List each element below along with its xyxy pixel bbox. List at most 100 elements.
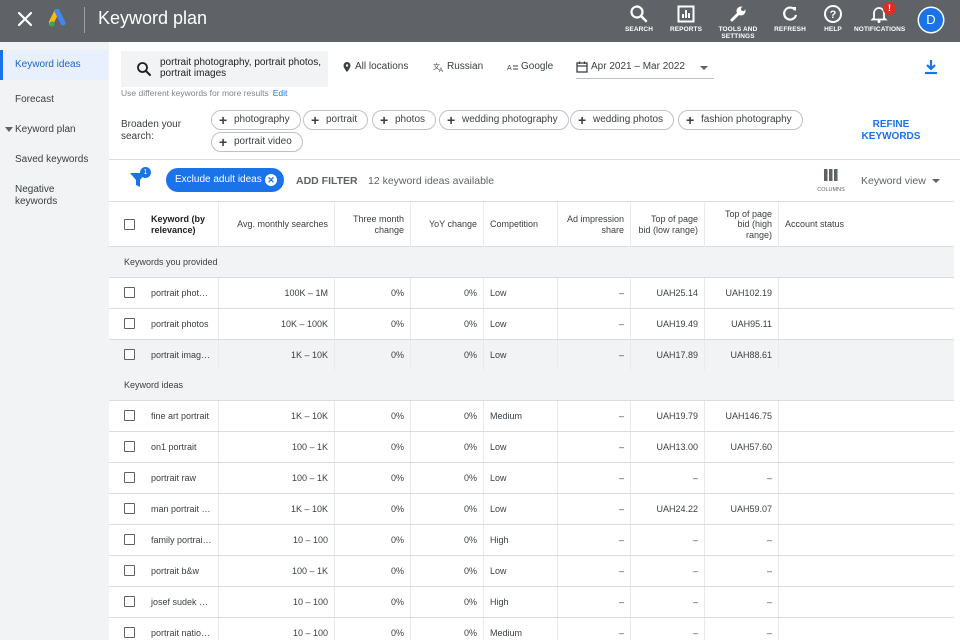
chip-label: photography	[234, 114, 290, 125]
sidebar-item-saved-keywords[interactable]: Saved keywords	[0, 154, 109, 166]
notifications-button[interactable]: ! NOTIFICATIONS	[854, 2, 905, 33]
remove-filter-icon[interactable]: ✕	[265, 174, 277, 186]
columns-label: COLUMNS	[817, 187, 845, 193]
cell-status	[779, 463, 954, 493]
cell-competition: Medium	[484, 401, 558, 431]
plus-icon: +	[380, 112, 389, 128]
cell-impression: –	[558, 278, 631, 308]
column-header-yoy-change[interactable]: YoY change	[411, 202, 484, 247]
column-header-competition[interactable]: Competition	[484, 202, 558, 247]
table-row[interactable]: portrait natio… 10 – 100 0% 0% Medium – – –	[109, 618, 954, 640]
cell-impression: –	[558, 401, 631, 431]
row-checkbox[interactable]	[124, 596, 135, 607]
search-icon	[137, 62, 151, 76]
columns-icon	[824, 169, 838, 181]
reports-icon	[677, 5, 695, 23]
tools-and-settings-label: TOOLS AND SETTINGS	[718, 26, 758, 40]
table-row[interactable]: portrait photo… 100K – 1M 0% 0% Low – UAH25.14…	[109, 278, 954, 309]
close-icon[interactable]	[16, 10, 34, 28]
broaden-chip[interactable]: + wedding photos	[570, 110, 675, 130]
cell-yoy: 0%	[411, 587, 484, 617]
cell-keyword: portrait raw	[145, 463, 219, 493]
column-header-avg-monthly-searches[interactable]: Avg. monthly searches	[219, 202, 335, 247]
table-row[interactable]: portrait b&w 100 – 1K 0% 0% Low – – –	[109, 556, 954, 587]
refine-keywords-button[interactable]: REFINE KEYWORDS	[855, 119, 927, 143]
add-filter-button[interactable]: ADD FILTER	[296, 175, 358, 187]
table-row[interactable]: josef sudek p… 10 – 100 0% 0% High – – –	[109, 587, 954, 618]
keyword-search-input[interactable]: portrait photography, portrait photos, p…	[121, 51, 328, 87]
broaden-chip[interactable]: + photography	[211, 110, 301, 130]
avatar[interactable]: D	[919, 8, 943, 32]
broaden-chip[interactable]: + portrait	[303, 110, 369, 130]
cell-competition: Low	[484, 432, 558, 462]
cell-status	[779, 494, 954, 524]
cell-impression: –	[558, 494, 631, 524]
column-header-ad-impression-share[interactable]: Ad impression share	[558, 202, 631, 247]
columns-button[interactable]: COLUMNS	[816, 169, 846, 193]
sidebar-item-forecast[interactable]: Forecast	[0, 94, 109, 106]
cell-searches: 1K – 10K	[219, 401, 335, 431]
table-row[interactable]: man portrait … 1K – 10K 0% 0% Low – UAH24.22 UA…	[109, 494, 954, 525]
table-row[interactable]: on1 portrait 100 – 1K 0% 0% Low – UAH13.00 UAH5…	[109, 432, 954, 463]
row-checkbox[interactable]	[124, 287, 135, 298]
date-range-select[interactable]: Apr 2021 – Mar 2022	[576, 57, 714, 79]
row-checkbox[interactable]	[124, 410, 135, 421]
search-button[interactable]: SEARCH	[614, 4, 664, 33]
help-button[interactable]: ? HELP	[808, 4, 858, 33]
sidebar-item-keyword-plan[interactable]: Keyword plan	[0, 124, 109, 136]
cell-three-month: 0%	[335, 525, 411, 555]
cell-impression: –	[558, 587, 631, 617]
cell-competition: High	[484, 525, 558, 555]
row-checkbox[interactable]	[124, 318, 135, 329]
column-header-keyword[interactable]: Keyword (by relevance)	[145, 202, 219, 247]
reports-button[interactable]: REPORTS	[661, 4, 711, 33]
table-row[interactable]: portrait photos 10K – 100K 0% 0% Low – UAH19.4…	[109, 309, 954, 340]
table-row[interactable]: portrait imag… 1K – 10K 0% 0% Low – UAH17.89 UA…	[109, 340, 954, 371]
cell-status	[779, 587, 954, 617]
sidebar-item-keyword-ideas[interactable]: Keyword ideas	[0, 50, 109, 80]
broaden-chip[interactable]: + photos	[372, 110, 437, 130]
table-row[interactable]: fine art portrait 1K – 10K 0% 0% Medium – UAH1…	[109, 401, 954, 432]
table-row[interactable]: portrait raw 100 – 1K 0% 0% Low – – –	[109, 463, 954, 494]
row-checkbox[interactable]	[124, 565, 135, 576]
chip-label: wedding photos	[593, 114, 664, 125]
search-button-label: SEARCH	[624, 26, 654, 33]
keyword-view-select[interactable]: Keyword view	[861, 175, 940, 187]
broaden-chip[interactable]: + portrait video	[211, 132, 303, 152]
tools-and-settings-button[interactable]: TOOLS AND SETTINGS	[713, 4, 763, 40]
row-checkbox[interactable]	[124, 534, 135, 545]
row-checkbox[interactable]	[124, 472, 135, 483]
column-header-three-month-change[interactable]: Three month change	[335, 202, 411, 247]
column-header-account-status[interactable]: Account status	[779, 202, 954, 247]
row-checkbox[interactable]	[124, 503, 135, 514]
download-icon[interactable]	[924, 59, 938, 75]
broaden-chip[interactable]: + wedding photography	[439, 110, 569, 130]
cell-bid-high: –	[705, 463, 779, 493]
cell-three-month: 0%	[335, 587, 411, 617]
exclude-chip-label: Exclude adult ideas	[175, 174, 262, 185]
date-range-label: Apr 2021 – Mar 2022	[591, 61, 685, 72]
cell-keyword: portrait imag…	[145, 340, 219, 370]
cell-bid-low: UAH19.49	[631, 309, 705, 339]
row-checkbox[interactable]	[124, 349, 135, 360]
cell-bid-high: UAH59.07	[705, 494, 779, 524]
sidebar-item-negative-keywords[interactable]: Negative keywords	[0, 184, 80, 208]
cell-bid-high: UAH102.19	[705, 278, 779, 308]
cell-yoy: 0%	[411, 525, 484, 555]
column-header-bid-high[interactable]: Top of page bid (high range)	[705, 202, 779, 247]
broaden-chip[interactable]: + fashion photography	[678, 110, 803, 130]
cell-yoy: 0%	[411, 401, 484, 431]
cell-bid-high: UAH95.11	[705, 309, 779, 339]
table-row[interactable]: family portrai… 10 – 100 0% 0% High – – –	[109, 525, 954, 556]
select-all-checkbox[interactable]	[124, 219, 135, 230]
cell-competition: Low	[484, 494, 558, 524]
row-checkbox[interactable]	[124, 627, 135, 638]
cell-bid-high: –	[705, 587, 779, 617]
cell-searches: 10 – 100	[219, 525, 335, 555]
row-checkbox[interactable]	[124, 441, 135, 452]
exclude-adult-ideas-chip[interactable]: Exclude adult ideas ✕	[166, 168, 284, 192]
edit-keywords-link[interactable]: Edit	[273, 88, 288, 98]
cell-three-month: 0%	[335, 340, 411, 370]
column-header-bid-low[interactable]: Top of page bid (low range)	[631, 202, 705, 247]
cell-yoy: 0%	[411, 494, 484, 524]
